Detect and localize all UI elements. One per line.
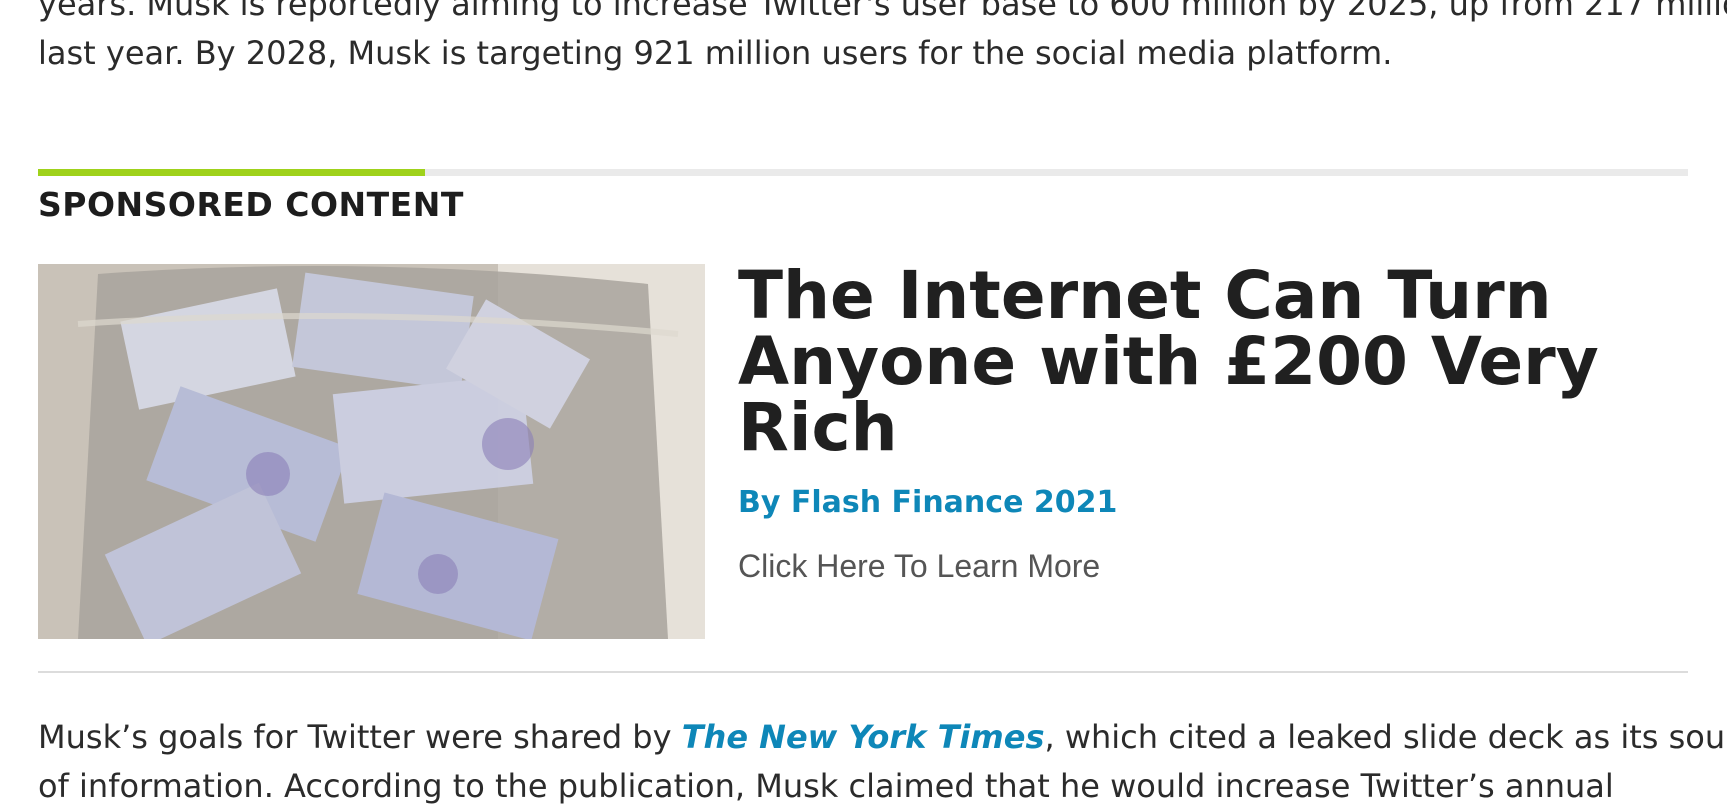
article-paragraph-bottom: Musk’s goals for Twitter were shared by … xyxy=(38,713,1727,811)
banknotes-bag-image xyxy=(38,264,705,639)
sponsored-cta-link[interactable]: Click Here To Learn More xyxy=(738,548,1100,585)
sponsored-divider-accent xyxy=(38,169,425,176)
sponsored-source-link[interactable]: By Flash Finance 2021 xyxy=(738,485,1117,520)
article-text: , which cited a leaked slide deck as its… xyxy=(1044,718,1727,756)
article-text-line: of information. According to the publica… xyxy=(38,767,1614,805)
sponsored-image-link[interactable] xyxy=(38,264,705,639)
section-divider-line xyxy=(38,671,1688,673)
article-text-line: years. Musk is reportedly aiming to incr… xyxy=(38,0,1727,23)
sponsored-divider xyxy=(38,169,1688,176)
sponsored-section-label: SPONSORED CONTENT xyxy=(38,185,464,224)
sponsored-headline[interactable]: The Internet Can Turn Anyone with £200 V… xyxy=(738,263,1688,461)
nyt-source-link[interactable]: The New York Times xyxy=(682,718,1045,756)
article-text: Musk’s goals for Twitter were shared by xyxy=(38,718,682,756)
article-text-line: last year. By 2028, Musk is targeting 92… xyxy=(38,34,1393,72)
article-paragraph-top: years. Musk is reportedly aiming to incr… xyxy=(38,0,1727,78)
